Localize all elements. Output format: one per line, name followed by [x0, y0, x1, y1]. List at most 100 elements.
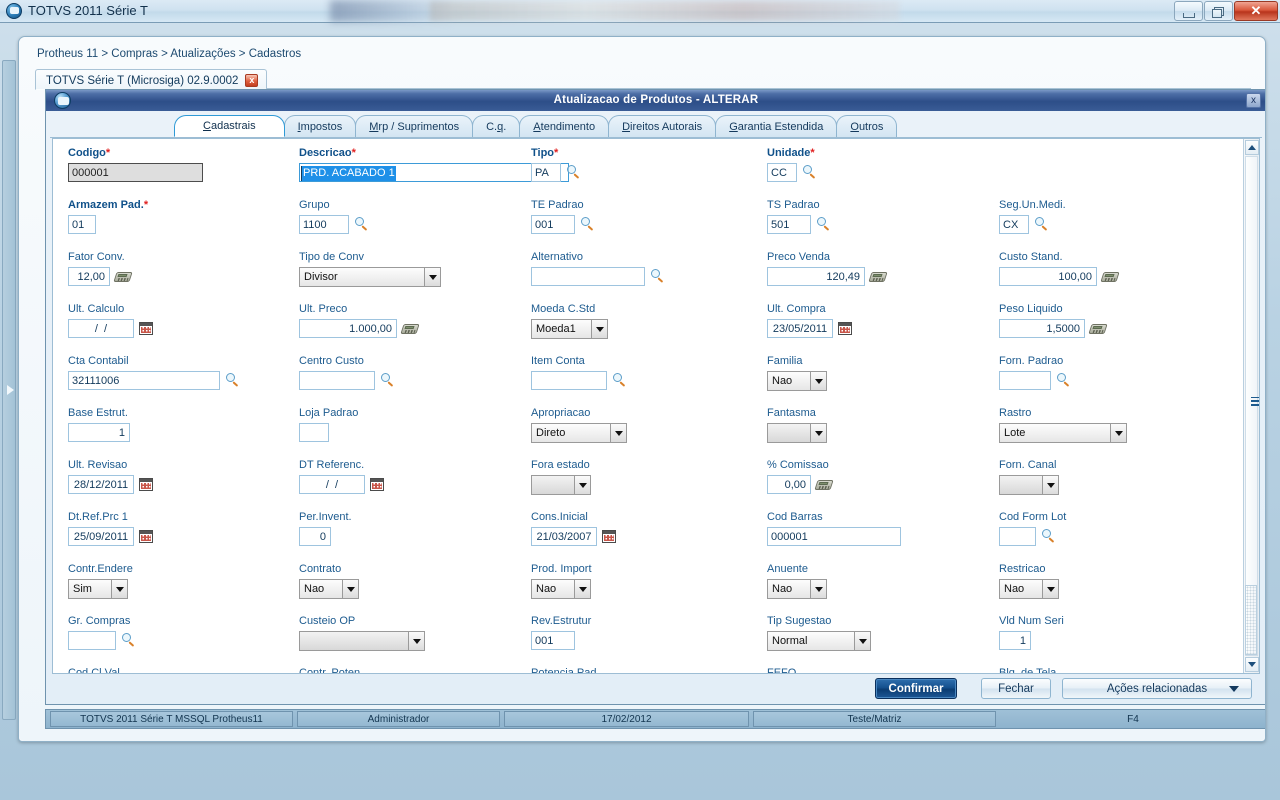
search-icon[interactable]	[1056, 373, 1071, 388]
select-prod-import[interactable]: Nao	[531, 579, 591, 599]
chevron-down-icon[interactable]	[111, 580, 127, 598]
chevron-down-icon[interactable]	[854, 632, 870, 650]
chevron-down-icon[interactable]	[810, 580, 826, 598]
calendar-icon[interactable]	[139, 530, 153, 543]
chevron-down-icon[interactable]	[810, 372, 826, 390]
calculator-icon[interactable]	[113, 270, 133, 283]
close-button[interactable]: ✕	[1234, 1, 1278, 21]
tab-cadastrais[interactable]: Cadastrais	[174, 115, 285, 137]
tab-outros[interactable]: Outros	[836, 115, 898, 137]
calendar-icon[interactable]	[139, 322, 153, 335]
select-contr-endere[interactable]: Sim	[68, 579, 128, 599]
input-centro-custo[interactable]	[299, 371, 375, 390]
calculator-icon[interactable]	[814, 478, 834, 491]
input-preco-venda[interactable]	[767, 267, 865, 286]
input-ts-padrao[interactable]	[767, 215, 811, 234]
input-tipo[interactable]	[531, 163, 561, 182]
chevron-down-icon[interactable]	[424, 268, 440, 286]
select-rastro[interactable]: Lote	[999, 423, 1127, 443]
input-descricao[interactable]: PRD. ACABADO 1	[299, 163, 569, 182]
search-icon[interactable]	[225, 373, 240, 388]
search-icon[interactable]	[580, 217, 595, 232]
select-restricao[interactable]: Nao	[999, 579, 1059, 599]
input-ult-compra[interactable]	[767, 319, 833, 338]
chevron-down-icon[interactable]	[1042, 476, 1058, 494]
document-tab-close-icon[interactable]: x	[245, 74, 259, 87]
select-fantasma[interactable]	[767, 423, 827, 443]
tab-mrp-suprimentos[interactable]: Mrp / Suprimentos	[355, 115, 474, 137]
tab-direitos-autorais[interactable]: Direitos Autorais	[608, 115, 717, 137]
search-icon[interactable]	[1034, 217, 1049, 232]
maximize-button[interactable]	[1204, 1, 1233, 21]
product-edit-close-button[interactable]: x	[1246, 93, 1261, 108]
input-cons-inicial[interactable]	[531, 527, 597, 546]
select-contrato[interactable]: Nao	[299, 579, 359, 599]
search-icon[interactable]	[380, 373, 395, 388]
search-icon[interactable]	[816, 217, 831, 232]
calculator-icon[interactable]	[400, 322, 420, 335]
chevron-down-icon[interactable]	[810, 424, 826, 442]
close-dialog-button[interactable]: Fechar	[981, 678, 1051, 699]
input-loja-padrao[interactable]	[299, 423, 329, 442]
input-cod-form-lot[interactable]	[999, 527, 1036, 546]
tab-atendimento[interactable]: Atendimento	[519, 115, 610, 137]
select-tipo-de-conv[interactable]: Divisor	[299, 267, 441, 287]
chevron-down-icon[interactable]	[1110, 424, 1126, 442]
tab-impostos[interactable]: Impostos	[283, 115, 357, 137]
chevron-down-icon[interactable]	[574, 580, 590, 598]
chevron-down-icon[interactable]	[408, 632, 424, 650]
calendar-icon[interactable]	[838, 322, 852, 335]
related-actions-button[interactable]: Ações relacionadas	[1062, 678, 1252, 699]
tab-garantia-estendida[interactable]: Garantia Estendida	[715, 115, 838, 137]
input-cta-contabil[interactable]	[68, 371, 220, 390]
input-gr-compras[interactable]	[68, 631, 116, 650]
input-unidade[interactable]	[767, 163, 797, 182]
input-armazem-pad[interactable]	[68, 215, 96, 234]
search-icon[interactable]	[612, 373, 627, 388]
input-grupo[interactable]	[299, 215, 349, 234]
input-peso-liquido[interactable]	[999, 319, 1085, 338]
input-item-conta[interactable]	[531, 371, 607, 390]
input-te-padrao[interactable]	[531, 215, 575, 234]
select-moeda-c-std[interactable]: Moeda1	[531, 319, 608, 339]
input-ult-preco[interactable]	[299, 319, 397, 338]
select-apropriacao[interactable]: Direto	[531, 423, 627, 443]
calculator-icon[interactable]	[868, 270, 888, 283]
input-fator-conv[interactable]	[68, 267, 110, 286]
search-icon[interactable]	[566, 165, 581, 180]
confirm-button[interactable]: Confirmar	[875, 678, 957, 699]
minimize-button[interactable]	[1174, 1, 1203, 21]
calculator-icon[interactable]	[1088, 322, 1108, 335]
select-fora-estado[interactable]	[531, 475, 591, 495]
input-comissao[interactable]	[767, 475, 811, 494]
chevron-down-icon[interactable]	[1042, 580, 1058, 598]
search-icon[interactable]	[121, 633, 136, 648]
input-rev-estrutur[interactable]	[531, 631, 575, 650]
input-codigo[interactable]	[68, 163, 203, 182]
select-familia[interactable]: Nao	[767, 371, 827, 391]
input-seg-un-medi[interactable]	[999, 215, 1029, 234]
calculator-icon[interactable]	[1100, 270, 1120, 283]
input-vld-num-seri[interactable]	[999, 631, 1031, 650]
chevron-down-icon[interactable]	[610, 424, 626, 442]
calendar-icon[interactable]	[370, 478, 384, 491]
input-ult-revisao[interactable]	[68, 475, 134, 494]
input-base-estrut[interactable]	[68, 423, 130, 442]
scrollbar-track[interactable]	[1245, 156, 1258, 656]
input-cod-barras[interactable]	[767, 527, 901, 546]
input-alternativo[interactable]	[531, 267, 645, 286]
scroll-down-button[interactable]	[1245, 657, 1259, 672]
document-tab[interactable]: TOTVS Série T (Microsiga) 02.9.0002 x	[35, 69, 268, 90]
scrollbar-thumb[interactable]	[1245, 585, 1257, 655]
input-forn-padrao[interactable]	[999, 371, 1051, 390]
search-icon[interactable]	[802, 165, 817, 180]
input-dt-referenc[interactable]	[299, 475, 365, 494]
input-dt-ref-prc-1[interactable]	[68, 527, 134, 546]
search-icon[interactable]	[354, 217, 369, 232]
chevron-down-icon[interactable]	[342, 580, 358, 598]
search-icon[interactable]	[650, 269, 665, 284]
chevron-down-icon[interactable]	[591, 320, 607, 338]
scroll-up-button[interactable]	[1245, 140, 1259, 155]
select-custeio-op[interactable]	[299, 631, 425, 651]
input-ult-calculo[interactable]	[68, 319, 134, 338]
